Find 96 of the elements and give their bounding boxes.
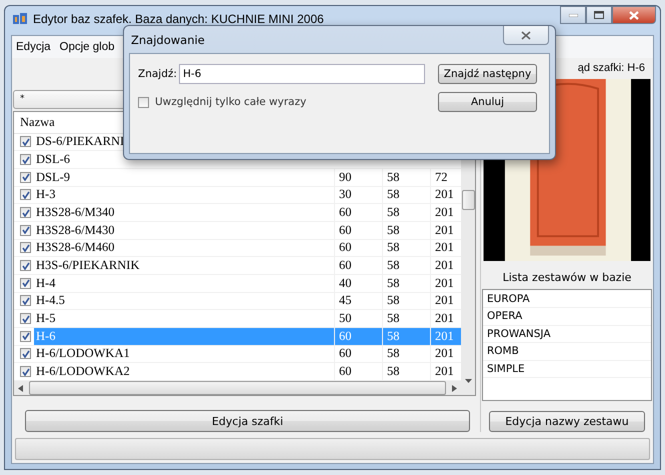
table-cell: 58 <box>382 186 430 204</box>
table-cell: 60 <box>334 257 382 274</box>
table-cell: 60 <box>334 328 382 345</box>
table-cell: 60 <box>334 240 382 256</box>
table-cell[interactable]: H3S28-6/M430 <box>34 222 334 239</box>
close-button[interactable] <box>612 6 656 24</box>
table-cell: 58 <box>382 168 430 186</box>
table-cell: 58 <box>382 292 430 310</box>
checkbox[interactable] <box>20 242 31 254</box>
left-arrow-icon <box>18 384 23 392</box>
checkbox[interactable] <box>20 136 31 148</box>
table-cell[interactable]: H3S28-6/M460 <box>34 240 334 256</box>
app-icon <box>13 12 27 24</box>
table-cell[interactable]: H-4 <box>34 274 334 292</box>
dialog-title: Znajdowanie <box>131 32 205 46</box>
table-cell: 60 <box>334 363 382 380</box>
minimize-button[interactable] <box>560 6 586 24</box>
close-icon <box>629 10 639 20</box>
table-cell: 58 <box>382 274 430 292</box>
maximize-button[interactable] <box>586 6 612 24</box>
edit-set-name-button[interactable]: Edycja nazwy zestawu <box>489 410 645 432</box>
checkbox[interactable] <box>20 207 31 218</box>
checkmark-icon <box>22 138 30 146</box>
checkmark-icon <box>22 173 30 182</box>
checkbox[interactable] <box>20 278 31 289</box>
find-next-button[interactable]: Znajdź następny <box>438 64 537 84</box>
checkmark-icon <box>22 156 30 164</box>
menu-item[interactable]: Opcje glob <box>60 39 115 55</box>
checkbox[interactable] <box>20 348 31 360</box>
checkbox[interactable] <box>20 260 31 272</box>
checkmark-icon <box>22 208 30 217</box>
table-cell[interactable]: H-5 <box>34 310 334 327</box>
checkbox[interactable] <box>20 366 31 378</box>
checkmark-icon <box>22 314 30 323</box>
sets-caption: Lista zestawów w bazie <box>502 270 632 284</box>
checkmark-icon <box>22 368 30 376</box>
find-label: Znajdź: <box>138 68 178 80</box>
table-cell[interactable]: DSL-9 <box>34 168 334 186</box>
list-item[interactable]: PROWANSJA <box>483 326 651 344</box>
table-cell: 58 <box>382 346 430 362</box>
table-cell: 58 <box>382 222 430 239</box>
table-cell[interactable]: H-6/LODOWKA1 <box>34 346 334 362</box>
table-cell: 60 <box>334 204 382 221</box>
menu-item[interactable]: Edycja <box>16 39 51 55</box>
right-arrow-icon <box>452 384 457 392</box>
table-cell: 30 <box>334 186 382 204</box>
list-item[interactable]: SIMPLE <box>483 360 651 378</box>
column-header[interactable]: Nazwa <box>14 114 55 130</box>
table-cell: 58 <box>382 204 430 221</box>
checkmark-icon <box>22 332 30 340</box>
close-icon <box>521 30 531 40</box>
table-cell: 58 <box>382 310 430 327</box>
checkbox[interactable] <box>20 313 31 324</box>
checkbox[interactable] <box>20 172 31 183</box>
table-cell: 58 <box>382 240 430 256</box>
table-cell: 58 <box>382 363 430 380</box>
close-button[interactable] <box>503 26 549 45</box>
table-cell[interactable]: H3S-6/PIEKARNIK <box>34 257 334 274</box>
table-cell: 45 <box>334 292 382 310</box>
checkmark-icon <box>22 190 30 199</box>
preview-label: ąd szafki: H-6 <box>578 62 645 76</box>
table-cell[interactable]: H-6/LODOWKA2 <box>34 363 334 380</box>
checkbox[interactable] <box>20 154 31 166</box>
maximize-icon <box>594 11 604 19</box>
table-cell[interactable]: H3S28-6/M340 <box>34 204 334 221</box>
checkmark-icon <box>22 279 30 288</box>
list-item[interactable]: ROMB <box>483 343 651 360</box>
checkbox-label: Uwzględnij tylko całe wyrazy <box>155 96 306 108</box>
table-cell: 58 <box>382 328 430 345</box>
scroll-thumb[interactable] <box>462 190 474 210</box>
window-title: Edytor baz szafek. Baza danych: KUCHNIE MINI 2006 <box>33 12 324 26</box>
checkmark-icon <box>22 226 30 234</box>
table-cell: 60 <box>334 222 382 239</box>
checkmark-icon <box>22 350 30 358</box>
down-arrow-icon <box>464 379 472 384</box>
table-cell[interactable]: H-4.5 <box>34 292 334 310</box>
table-cell: 90 <box>334 168 382 186</box>
checkbox[interactable] <box>20 330 31 342</box>
checkmark-icon <box>22 244 30 252</box>
cancel-button[interactable]: Anuluj <box>438 92 537 112</box>
checkbox[interactable] <box>20 295 31 306</box>
checkbox[interactable] <box>20 224 31 236</box>
table-cell: 58 <box>382 257 430 274</box>
table-cell[interactable]: H-3 <box>34 186 334 204</box>
checkmark-icon <box>22 296 30 305</box>
table-cell: 40 <box>334 274 382 292</box>
checkbox[interactable] <box>138 96 149 108</box>
checkbox[interactable] <box>20 189 31 200</box>
find-field[interactable]: H-6 <box>179 64 425 84</box>
table-cell: 60 <box>334 346 382 362</box>
list-item[interactable]: OPERA <box>483 308 651 326</box>
edit-cabinet-button[interactable]: Edycja szafki <box>25 410 470 432</box>
minimize-icon <box>568 14 578 16</box>
checkmark-icon <box>22 262 30 270</box>
list-item[interactable]: EUROPA <box>483 290 651 308</box>
table-cell: 50 <box>334 310 382 327</box>
